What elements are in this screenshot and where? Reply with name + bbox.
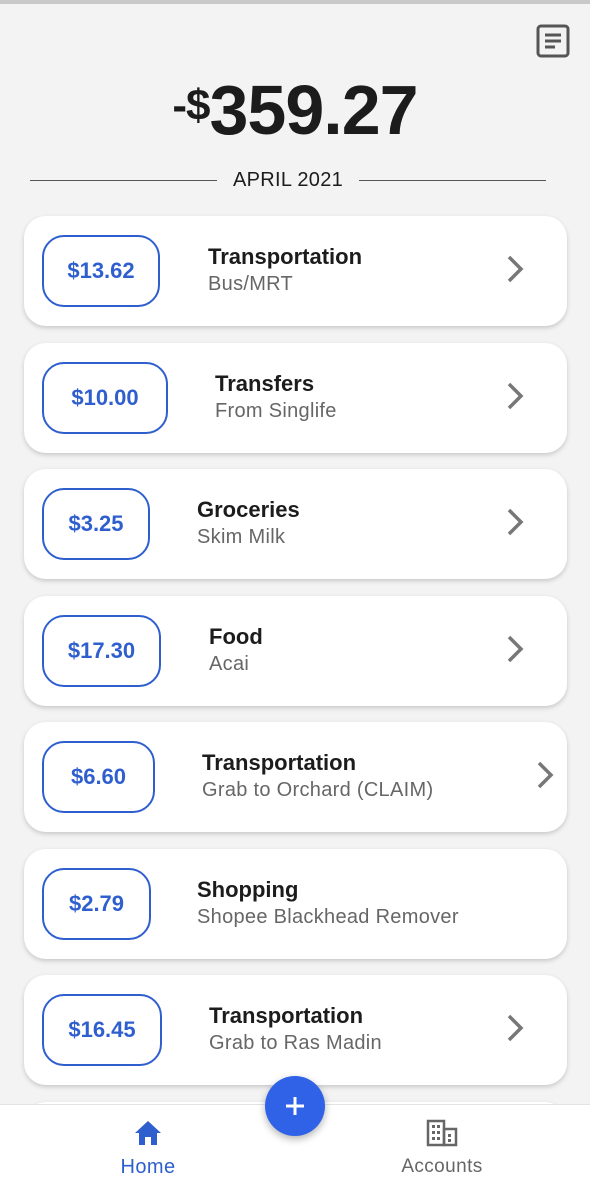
amount-pill: $2.79 <box>42 867 151 940</box>
amount-pill: $16.45 <box>42 994 162 1066</box>
transaction-category: Transportation <box>202 750 357 775</box>
transaction-text: Transportation Bus/MRT <box>208 244 362 298</box>
transaction-text: Transportation Grab to Orchard (CLAIM) <box>202 750 433 804</box>
transaction-category: Shopping <box>197 876 299 902</box>
transaction-text: Transfers From Singlife <box>215 371 337 425</box>
transaction-description: Grab to Ras Madin <box>209 1032 382 1054</box>
amount-pill: $6.60 <box>42 741 155 813</box>
add-transaction-button[interactable] <box>265 1076 325 1136</box>
transaction-category: Food <box>209 623 263 649</box>
nav-accounts[interactable]: Accounts <box>392 1119 492 1178</box>
transaction-text: Food Acai <box>209 624 263 678</box>
total-sign: -$ <box>172 81 210 130</box>
transaction-card[interactable]: $13.62 Transportation Bus/MRT <box>24 216 567 326</box>
report-button[interactable] <box>534 22 572 60</box>
transaction-description: Skim Milk <box>197 526 286 548</box>
transaction-card[interactable]: $3.25 Groceries Skim Milk <box>24 469 567 579</box>
nav-home[interactable]: Home <box>112 1119 184 1178</box>
monthly-total: -$359.27 <box>0 70 590 150</box>
nav-home-label: Home <box>120 1156 176 1178</box>
transaction-description: Shopee Blackhead Remover <box>197 905 459 928</box>
amount-pill: $3.25 <box>42 488 150 560</box>
home-icon <box>135 1121 161 1145</box>
transaction-description: Grab to Orchard (CLAIM) <box>202 779 434 801</box>
total-amount: 359.27 <box>209 71 419 149</box>
chevron-right-icon[interactable] <box>534 759 556 791</box>
amount-pill: $17.30 <box>42 614 161 687</box>
transaction-category: Transfers <box>215 370 315 396</box>
transaction-text: Shopping Shopee Blackhead Remover <box>197 877 459 931</box>
plus-icon <box>286 1097 304 1115</box>
transaction-category: Transportation <box>209 1003 364 1028</box>
building-icon <box>426 1119 458 1147</box>
transaction-category: Groceries <box>197 497 300 522</box>
list-document-icon <box>536 24 570 58</box>
transaction-description: From Singlife <box>215 399 337 422</box>
month-header: APRIL 2021 <box>30 166 547 194</box>
chevron-right-icon[interactable] <box>504 506 526 538</box>
transaction-card[interactable]: $10.00 Transfers From Singlife <box>24 342 567 453</box>
transaction-list: $13.62 Transportation Bus/MRT $10.00 Tra… <box>24 216 567 1178</box>
month-label: APRIL 2021 <box>232 168 344 191</box>
chevron-right-icon[interactable] <box>504 1012 526 1044</box>
amount-pill: $10.00 <box>42 361 168 434</box>
transaction-description: Acai <box>209 652 250 675</box>
transaction-card[interactable]: $16.45 Transportation Grab to Ras Madin <box>24 975 567 1085</box>
transaction-category: Transportation <box>208 244 363 269</box>
transaction-text: Groceries Skim Milk <box>197 497 300 551</box>
transaction-card[interactable]: $2.79 Shopping Shopee Blackhead Remover <box>24 848 567 959</box>
amount-pill: $13.62 <box>42 235 160 307</box>
chevron-right-icon[interactable] <box>504 253 526 285</box>
transaction-description: Bus/MRT <box>208 273 294 295</box>
chevron-right-icon[interactable] <box>504 633 526 665</box>
expense-screen: -$359.27 APRIL 2021 $13.62 Transportatio… <box>0 0 590 1178</box>
divider-right <box>359 179 547 181</box>
chevron-right-icon[interactable] <box>504 380 526 412</box>
nav-accounts-label: Accounts <box>401 1156 483 1177</box>
transaction-text: Transportation Grab to Ras Madin <box>209 1003 382 1057</box>
divider-left <box>30 179 217 181</box>
transaction-card[interactable]: $17.30 Food Acai <box>24 595 567 706</box>
transaction-card[interactable]: $6.60 Transportation Grab to Orchard (CL… <box>24 722 567 832</box>
